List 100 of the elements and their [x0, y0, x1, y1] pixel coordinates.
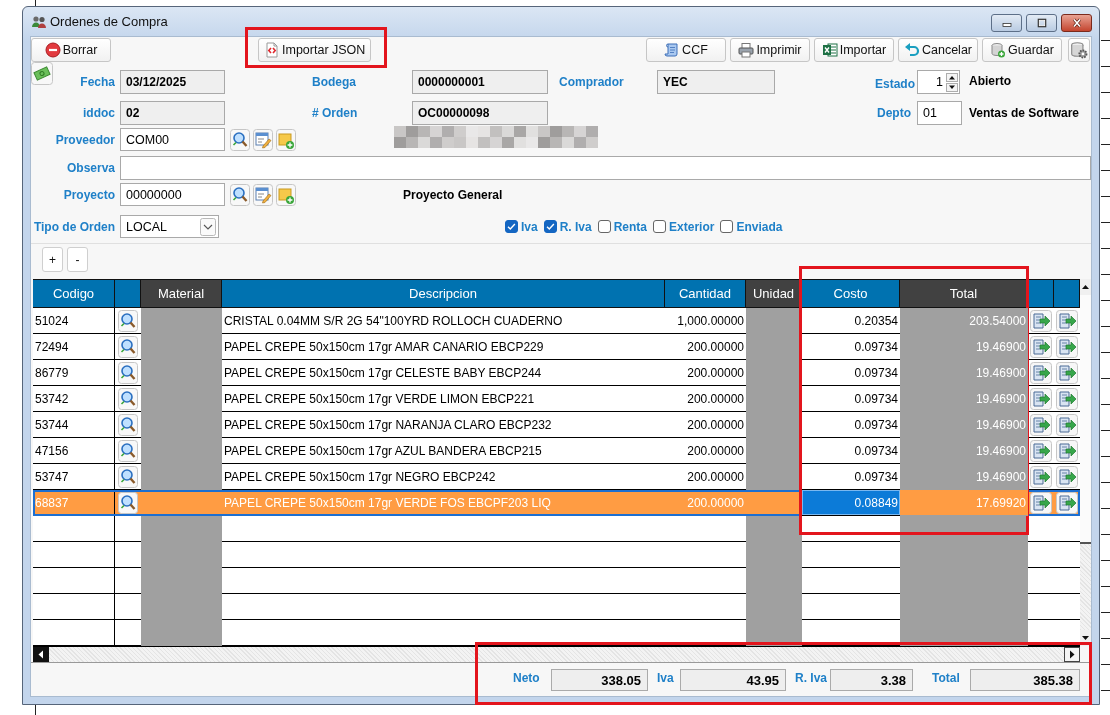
cancel-button[interactable]: Cancelar	[897, 38, 978, 62]
scroll-right-icon[interactable]	[1064, 647, 1080, 662]
search-icon[interactable]	[118, 413, 138, 436]
column-header: Costo	[802, 279, 900, 308]
row-action-button[interactable]: -	[67, 247, 88, 272]
table-row[interactable]: 47156 PAPEL CREPE 50x150cm 17gr AZUL BANDERA EBCP215 200.00000 0.09734 19.46900	[33, 438, 1080, 464]
search-icon[interactable]	[230, 128, 250, 151]
table-row[interactable]: 51024 CRISTAL 0.04MM S/R 2G 54"100YRD ROLLOCH CUADERNO 1,000.00000 0.20354 203.54000	[33, 308, 1080, 334]
ccf-button[interactable]: CCF	[645, 38, 726, 62]
field-label: Estado	[874, 77, 916, 91]
checkbox-label: Exterior	[669, 219, 715, 234]
checkmark-icon	[506, 221, 517, 232]
checkbox[interactable]	[720, 220, 734, 233]
form-edit-icon[interactable]	[253, 128, 273, 151]
field-label: Proyecto	[62, 187, 116, 202]
close-button[interactable]	[1061, 14, 1092, 32]
checkbox[interactable]	[543, 220, 557, 233]
maximize-button[interactable]	[1026, 14, 1057, 32]
table-row[interactable]: 53742 PAPEL CREPE 50x150cm 17gr VERDE LIMON EBCP221 200.00000 0.09734 19.46900	[33, 386, 1080, 412]
vertical-scrollbar[interactable]	[1080, 279, 1091, 646]
settings-button[interactable]	[1068, 38, 1090, 62]
column-header: Unidad	[746, 279, 802, 308]
note-add-icon[interactable]	[276, 128, 296, 151]
checkbox[interactable]	[653, 220, 667, 233]
scroll-down-icon[interactable]	[1080, 630, 1091, 646]
table-row[interactable]: 86779 PAPEL CREPE 50x150cm 17gr CELESTE BABY EBCP244 200.00000 0.09734 19.46900	[33, 360, 1080, 386]
table-cell: 19.46900	[900, 438, 1028, 464]
table-cell: 51024	[33, 308, 115, 334]
minimize-button[interactable]	[991, 14, 1022, 32]
search-icon[interactable]	[118, 361, 138, 384]
doc-id-field[interactable]: 02	[120, 101, 225, 125]
search-icon[interactable]	[230, 183, 250, 206]
table-cell: 19.46900	[900, 464, 1028, 490]
checkbox[interactable]	[597, 220, 611, 233]
form-edit-icon[interactable]	[253, 183, 273, 206]
table-row[interactable]: 53747 PAPEL CREPE 50x150cm 17gr NEGRO EBCP242 200.00000 0.09734 19.46900	[33, 464, 1080, 490]
supplier-field[interactable]: COM00	[120, 128, 225, 151]
import-json-button[interactable]: Importar JSON	[258, 38, 372, 62]
order-number-field[interactable]: OC00000098	[412, 101, 548, 125]
users-icon	[31, 13, 47, 30]
checkbox-label: Iva	[521, 219, 538, 234]
print-button[interactable]: Imprimir	[729, 38, 810, 62]
database-add-icon	[990, 42, 1007, 58]
order-type-select[interactable]: LOCAL	[120, 215, 219, 238]
row-action-button[interactable]: +	[42, 247, 63, 272]
spin-down-icon[interactable]	[946, 82, 958, 92]
field-label: iddoc	[82, 106, 116, 120]
checkbox[interactable]	[505, 220, 518, 233]
checkbox-label: R. Iva	[559, 219, 592, 234]
total-label: Iva	[657, 671, 675, 685]
search-icon[interactable]	[118, 309, 138, 332]
table-cell: 19.46900	[900, 360, 1028, 386]
buyer-field[interactable]: YEC	[657, 70, 775, 94]
column-header: Descripcion	[222, 279, 665, 308]
import-button[interactable]: Importar	[813, 38, 894, 62]
department-field[interactable]: 01	[917, 101, 962, 125]
database-gear-icon	[1070, 41, 1088, 59]
code-file-icon	[264, 42, 280, 58]
total-field: 43.95	[680, 669, 786, 691]
scrollbar-thumb[interactable]	[1080, 295, 1091, 544]
field-label: Fecha	[79, 75, 116, 89]
date-field[interactable]: 03/12/2025	[120, 70, 225, 94]
field-label: Proveedor	[54, 132, 116, 147]
status-spinner[interactable]: 1	[917, 70, 960, 94]
search-icon[interactable]	[118, 491, 138, 514]
search-icon[interactable]	[118, 387, 138, 410]
table-cell: 200.00000	[665, 490, 746, 516]
spin-up-icon[interactable]	[946, 72, 958, 82]
minus-circle-icon	[44, 42, 61, 58]
column-header: Total	[900, 279, 1028, 308]
scroll-left-icon[interactable]	[33, 647, 49, 662]
notes-field[interactable]	[120, 156, 1091, 180]
column-header: Codigo	[33, 279, 115, 308]
save-button[interactable]: Guardar	[982, 38, 1062, 62]
project-field[interactable]: 00000000	[120, 183, 225, 206]
delete-button[interactable]: Borrar	[31, 38, 111, 62]
banknote-button[interactable]	[31, 62, 53, 85]
table-cell: 53742	[33, 386, 115, 412]
table-cell: 86779	[33, 360, 115, 386]
undo-icon	[903, 42, 920, 58]
field-label: # Orden	[312, 106, 359, 120]
search-icon[interactable]	[118, 335, 138, 358]
project-name: Proyecto General	[403, 187, 503, 202]
search-icon[interactable]	[118, 465, 138, 488]
checkbox-label: Renta	[613, 219, 648, 234]
scroll-up-icon[interactable]	[1080, 279, 1091, 295]
table-row[interactable]: 68837 PAPEL CREPE 50x150cm 17gr VERDE FOS EBCPF203 LIQ 200.00000 0.08849 17.69920	[33, 490, 1080, 516]
checkbox-label: Enviada	[736, 219, 783, 234]
warehouse-field[interactable]: 0000000001	[412, 70, 548, 94]
table-row[interactable]: 53744 PAPEL CREPE 50x150cm 17gr NARANJA CLARO EBCP232 200.00000 0.09734 19.46900	[33, 412, 1080, 438]
total-label: R. Iva	[795, 671, 828, 685]
maximize-icon	[1035, 18, 1048, 28]
table-cell: 0.08849	[802, 490, 900, 516]
spreadsheet-icon	[821, 42, 838, 58]
table-row[interactable]: 72494 PAPEL CREPE 50x150cm 17gr AMAR CANARIO EBCP229 200.00000 0.09734 19.46900	[33, 334, 1080, 360]
table-cell: 19.46900	[900, 412, 1028, 438]
table-cell: 53744	[33, 412, 115, 438]
note-add-icon[interactable]	[276, 183, 296, 206]
search-icon[interactable]	[118, 439, 138, 462]
scroll-icon	[664, 42, 681, 58]
